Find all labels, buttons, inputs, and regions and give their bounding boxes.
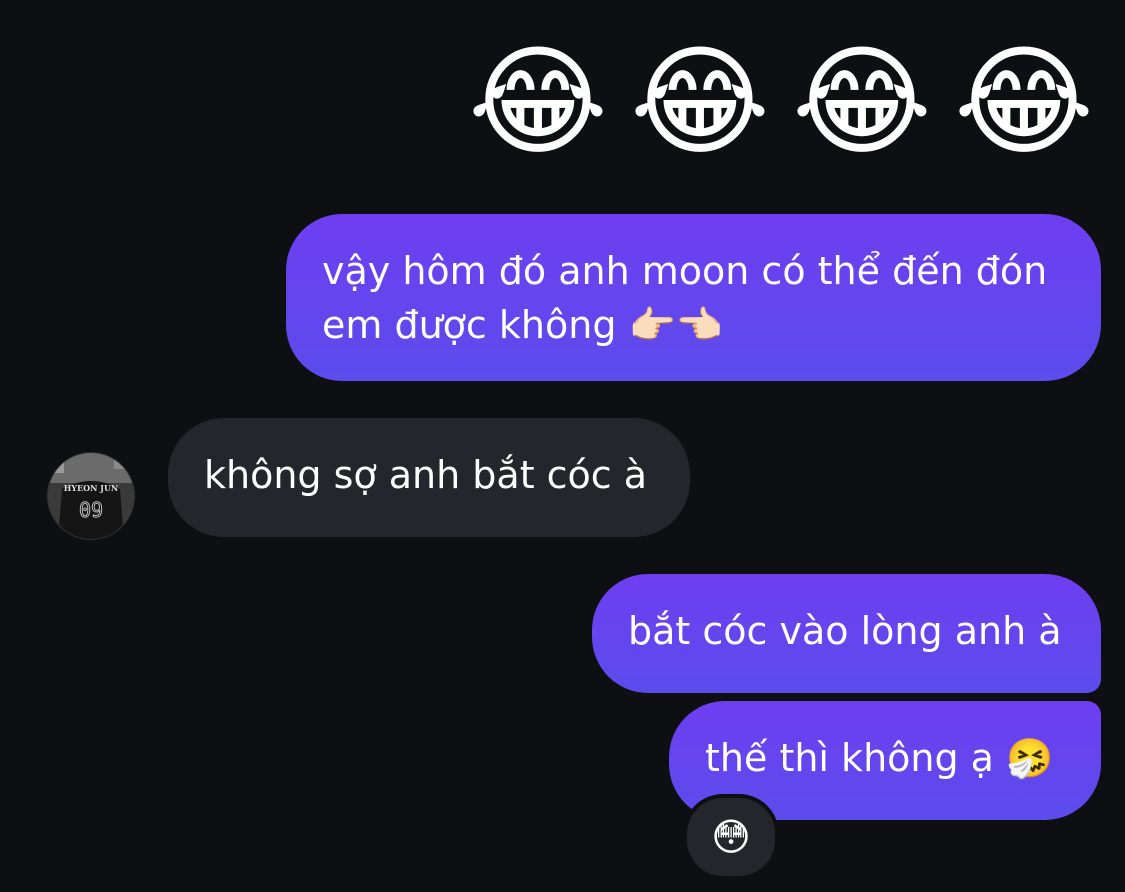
shirt-name-text: HYEON JUN: [64, 483, 119, 493]
big-emoji-message[interactable]: 😂 😂 😂 😂: [465, 28, 1097, 178]
message-reaction[interactable]: 😳: [683, 794, 779, 880]
incoming-message-bubble[interactable]: không sợ anh bắt cóc à: [168, 418, 690, 537]
outgoing-message-bubble[interactable]: vậy hôm đó anh moon có thể đến đón em đư…: [286, 214, 1101, 381]
outgoing-message-bubble[interactable]: bắt cóc vào lòng anh à: [592, 574, 1101, 693]
laughing-emoji: 😂: [629, 33, 771, 172]
laughing-emoji: 😂: [791, 33, 933, 172]
shirt-number-text: 09: [79, 498, 103, 522]
contact-avatar[interactable]: HYEON JUN 09: [47, 452, 135, 540]
laughing-emoji: 😂: [953, 33, 1095, 172]
flushed-face-emoji: 😳: [711, 815, 751, 859]
laughing-emoji: 😂: [467, 33, 609, 172]
